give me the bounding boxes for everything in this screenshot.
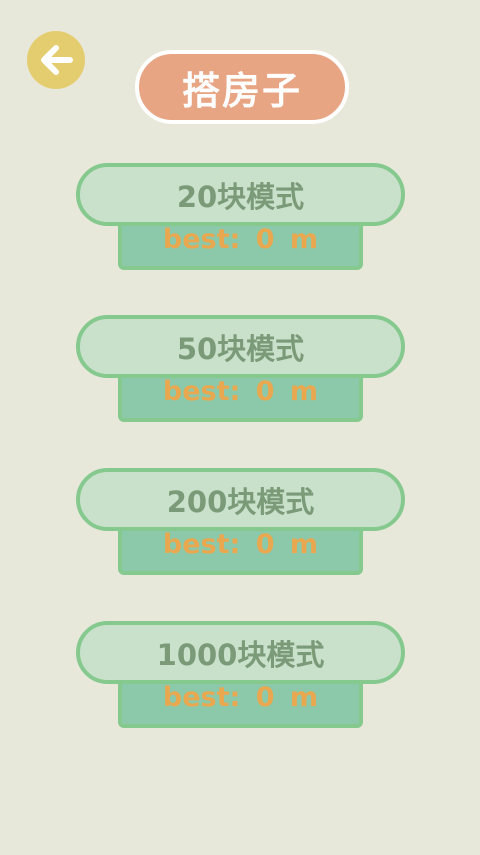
back-button[interactable] xyxy=(27,31,85,89)
mode-card-50[interactable]: 50块模式 best: 0 m xyxy=(76,315,405,423)
mode-button[interactable]: 20块模式 xyxy=(76,163,405,226)
best-score-box: best: 0 m xyxy=(118,373,363,422)
best-score-text: best: 0 m xyxy=(162,529,319,560)
mode-button[interactable]: 1000块模式 xyxy=(76,621,405,684)
mode-label: 50块模式 xyxy=(176,331,305,366)
mode-label: 1000块模式 xyxy=(156,637,325,672)
mode-card-200[interactable]: 200块模式 best: 0 m xyxy=(76,468,405,576)
best-score-text: best: 0 m xyxy=(162,376,319,407)
mode-button[interactable]: 50块模式 xyxy=(76,315,405,378)
best-score-text: best: 0 m xyxy=(162,224,319,255)
page-title-badge: 搭房子 xyxy=(135,50,349,124)
best-score-box: best: 0 m xyxy=(118,526,363,575)
mode-card-1000[interactable]: 1000块模式 best: 0 m xyxy=(76,621,405,729)
mode-card-20[interactable]: 20块模式 best: 0 m xyxy=(76,163,405,271)
arrow-left-icon xyxy=(41,45,73,75)
mode-button[interactable]: 200块模式 xyxy=(76,468,405,531)
best-score-box: best: 0 m xyxy=(118,221,363,270)
mode-label: 200块模式 xyxy=(166,484,315,519)
mode-label: 20块模式 xyxy=(176,179,305,214)
best-score-box: best: 0 m xyxy=(118,679,363,728)
page-title: 搭房子 xyxy=(181,68,302,113)
best-score-text: best: 0 m xyxy=(162,682,319,713)
